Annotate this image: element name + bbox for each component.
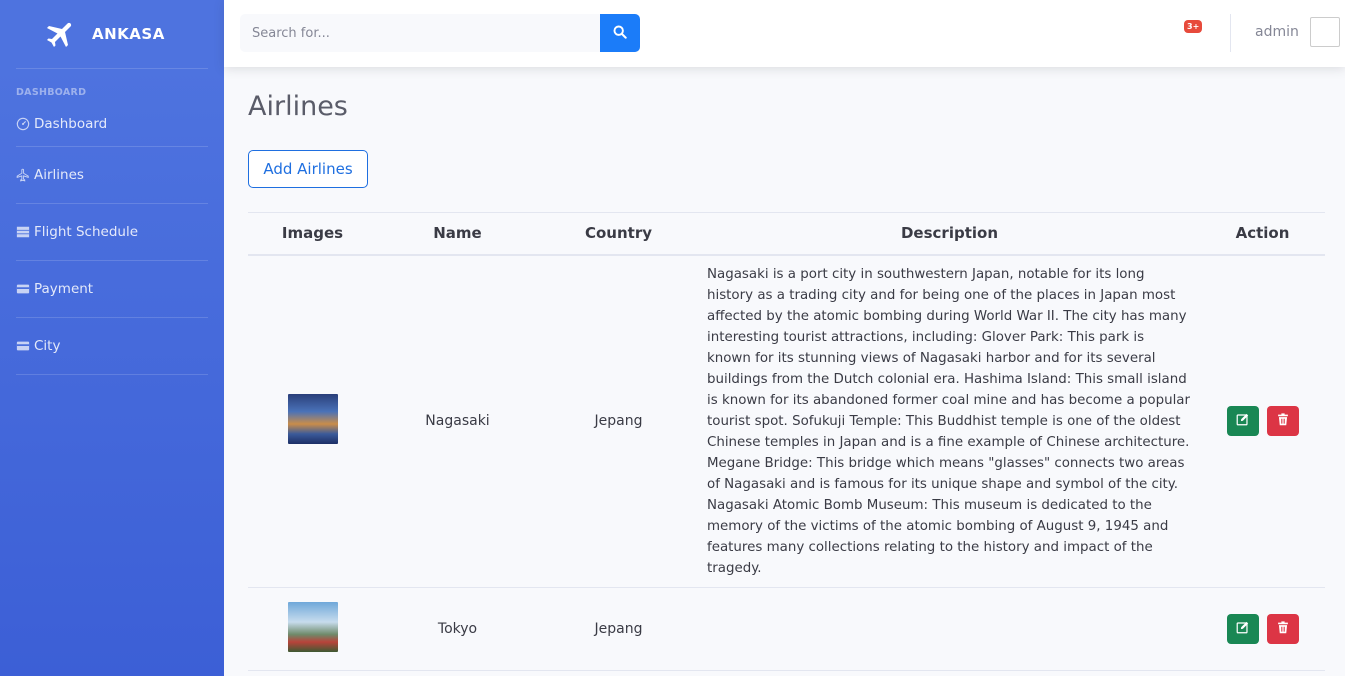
table-row: Nagasaki Jepang Nagasaki is a port city … (248, 254, 1325, 588)
sidebar-item-label: Payment (34, 281, 94, 297)
notification-badge: 3+ (1184, 20, 1203, 33)
sidebar-item-city[interactable]: City (0, 318, 224, 374)
description-cell: Nagasaki is a port city in southwestern … (699, 254, 1200, 588)
add-airlines-button[interactable]: Add Airlines (248, 150, 368, 188)
search-button[interactable] (600, 14, 640, 52)
name-cell: Nagasaki (377, 254, 538, 588)
sidebar-item-payment[interactable]: Payment (0, 261, 224, 317)
trash-icon (1277, 413, 1289, 429)
page-title: Airlines (248, 91, 348, 122)
plane-icon (44, 17, 78, 51)
image-cell (248, 587, 377, 671)
image-cell (248, 254, 377, 588)
edit-icon (1236, 621, 1249, 637)
sidebar-heading: DASHBOARD (16, 87, 87, 98)
sidebar-item-dashboard[interactable]: Dashboard (0, 102, 224, 146)
trash-icon (1277, 620, 1289, 637)
topbar: 3+ admin (224, 0, 1345, 67)
delete-button[interactable] (1266, 613, 1299, 644)
search-input[interactable] (240, 14, 600, 52)
table-header-row: Images Name Country Description Action (248, 212, 1325, 256)
name-cell: Tokyo (377, 587, 538, 671)
description-cell (699, 587, 1200, 671)
sidebar-item-label: Airlines (34, 167, 84, 183)
delete-button[interactable] (1266, 406, 1299, 436)
table-row: Tokyo Jepang (248, 587, 1325, 671)
airline-image (287, 601, 338, 652)
column-header-name: Name (377, 212, 538, 256)
sidebar-item-flight-schedule[interactable]: Flight Schedule (0, 204, 224, 260)
column-header-country: Country (538, 212, 699, 256)
plane-outline-icon (16, 168, 30, 182)
column-header-images: Images (248, 212, 377, 256)
sidebar-item-label: City (34, 338, 61, 354)
main-content: Airlines Add Airlines Images Name Countr… (224, 67, 1345, 676)
table-icon (16, 225, 30, 239)
brand-name: ANKASA (92, 25, 165, 43)
dashboard-gauge-icon (16, 117, 30, 131)
country-cell: Jepang (538, 587, 699, 671)
edit-button[interactable] (1226, 406, 1259, 436)
topbar-divider (1230, 14, 1231, 52)
notifications-button[interactable]: 3+ (1184, 20, 1208, 44)
sidebar-divider (16, 374, 208, 375)
country-cell: Jepang (538, 254, 699, 588)
edit-button[interactable] (1226, 613, 1259, 644)
column-header-action: Action (1200, 212, 1325, 256)
action-cell (1200, 254, 1325, 588)
user-name[interactable]: admin (1255, 24, 1299, 40)
card-icon (16, 282, 30, 296)
sidebar: ANKASA DASHBOARD Dashboard Airlines Flig… (0, 0, 224, 676)
avatar[interactable] (1310, 17, 1340, 47)
sidebar-item-label: Dashboard (34, 116, 108, 132)
column-header-description: Description (699, 212, 1200, 256)
action-cell (1200, 587, 1325, 671)
search-icon (613, 25, 627, 42)
brand[interactable]: ANKASA (0, 0, 224, 68)
sidebar-item-label: Flight Schedule (34, 224, 139, 240)
airlines-table: Images Name Country Description Action N… (248, 212, 1325, 671)
airline-image (287, 394, 338, 444)
card-icon (16, 339, 30, 353)
edit-icon (1236, 413, 1249, 429)
sidebar-item-airlines[interactable]: Airlines (0, 147, 224, 203)
search-form (240, 14, 640, 52)
